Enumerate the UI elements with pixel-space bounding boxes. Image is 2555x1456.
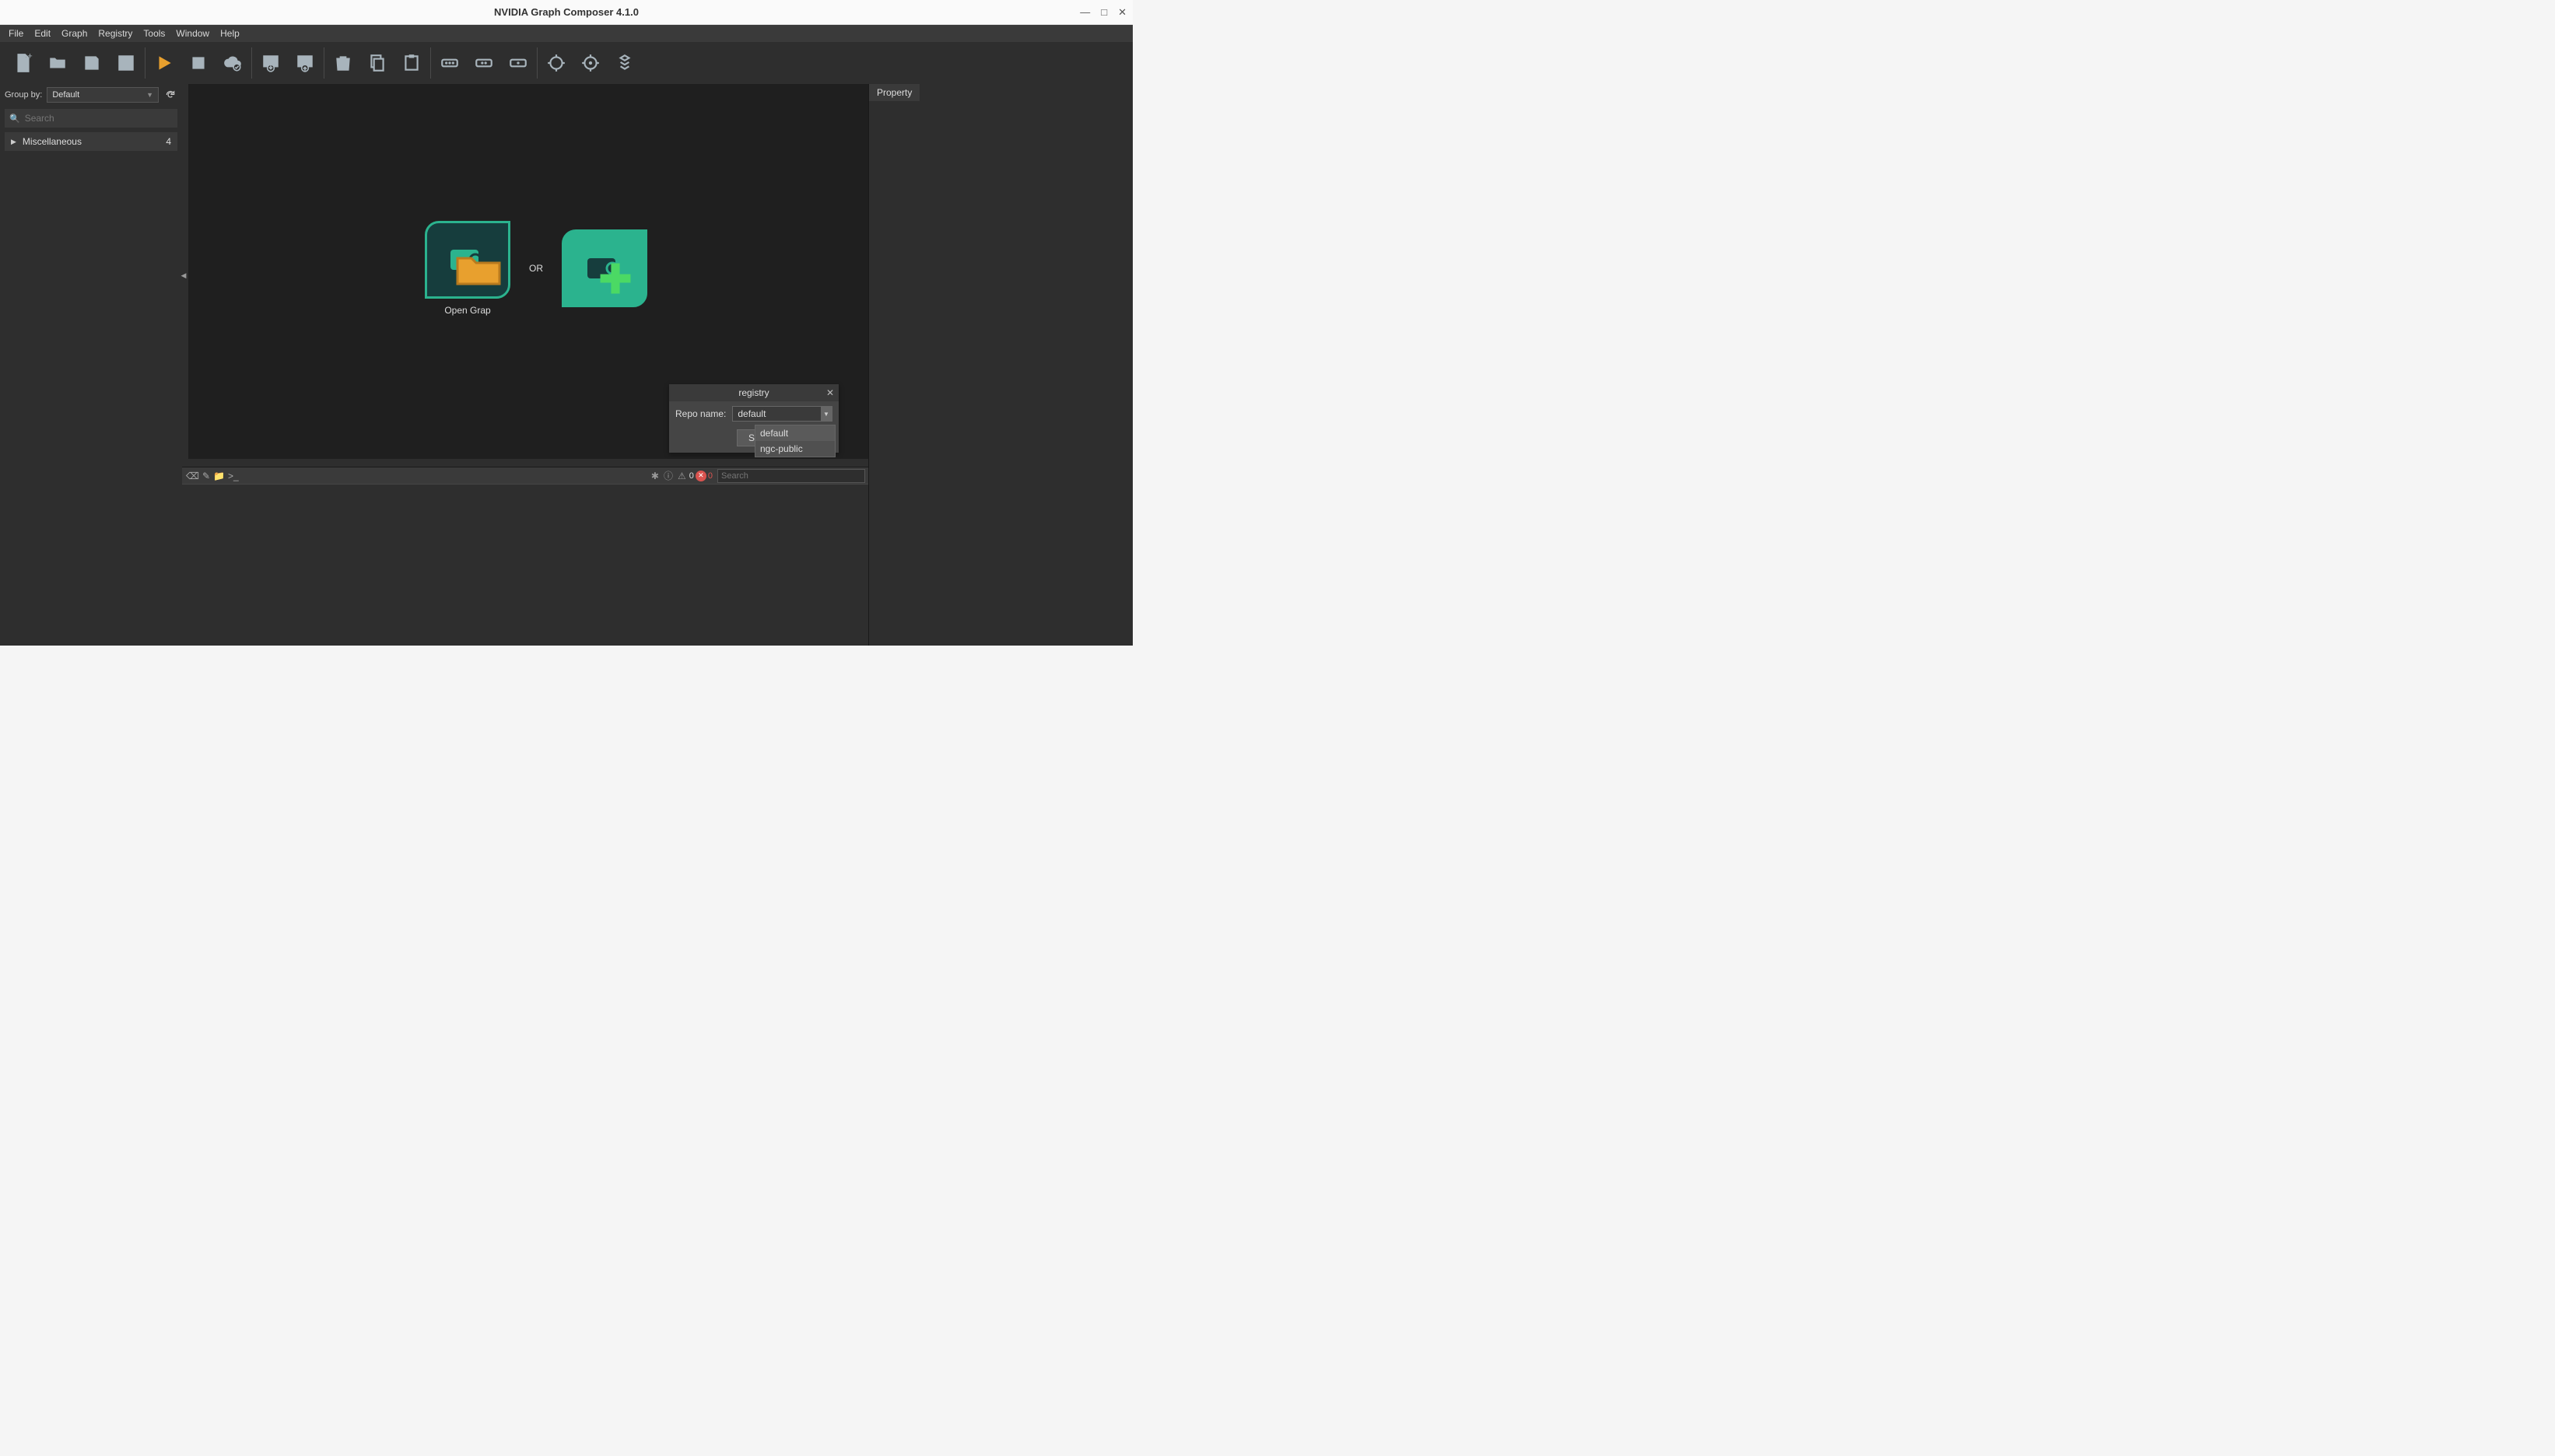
tree-item-count: 4 <box>166 136 171 147</box>
console-edit-icon[interactable]: ✎ <box>202 471 211 481</box>
window-maximize-icon[interactable]: □ <box>1101 7 1107 17</box>
console-output[interactable] <box>182 484 868 646</box>
menu-tools[interactable]: Tools <box>138 26 170 41</box>
group-by-value: Default <box>52 90 79 100</box>
svg-text:+: + <box>27 53 32 61</box>
menu-graph[interactable]: Graph <box>56 26 93 41</box>
chevron-right-icon: ▶ <box>11 138 16 146</box>
center-column: ◀ Open Grap OR <box>182 84 868 646</box>
toolbar-separator <box>430 47 431 79</box>
more-2dots-icon[interactable] <box>467 47 501 79</box>
refresh-icon[interactable] <box>163 88 177 102</box>
window-minimize-icon[interactable]: — <box>1080 7 1090 17</box>
window-titlebar: NVIDIA Graph Composer 4.1.0 — □ ✕ <box>0 0 1133 25</box>
repo-name-dropdown: default ngc-public <box>755 425 836 457</box>
upload-box-icon[interactable] <box>288 47 322 79</box>
console-warning-icon[interactable]: ⚠ <box>676 471 688 481</box>
dialog-close-icon[interactable]: ✕ <box>826 387 834 398</box>
chevron-down-icon: ▼ <box>146 91 153 99</box>
target-icon[interactable] <box>539 47 573 79</box>
repo-name-select[interactable]: default ▼ <box>732 406 832 422</box>
repo-option-ngc-public[interactable]: ngc-public <box>755 441 835 457</box>
window-title: NVIDIA Graph Composer 4.1.0 <box>494 6 639 18</box>
menu-window[interactable]: Window <box>170 26 215 41</box>
target-dot-icon[interactable] <box>573 47 608 79</box>
console-toolbar: ⌫ ✎ 📁 >_ ✱ ⓘ ⚠ 0 ✕ 0 <box>182 467 868 484</box>
console-clear-icon[interactable]: ⌫ <box>185 471 200 481</box>
dialog-title: registry <box>738 387 769 398</box>
play-icon[interactable] <box>147 47 181 79</box>
plus-icon <box>592 259 639 300</box>
console-warning-count: 0 <box>689 471 694 481</box>
new-file-icon[interactable]: + <box>6 47 40 79</box>
property-tab[interactable]: Property <box>869 84 920 101</box>
window-close-icon[interactable]: ✕ <box>1118 7 1127 17</box>
menu-registry[interactable]: Registry <box>93 26 138 41</box>
console-info-icon[interactable]: ⓘ <box>662 469 675 482</box>
toolbar-separator <box>251 47 252 79</box>
console-search-input[interactable] <box>721 471 861 481</box>
open-graph-label: Open Grap <box>425 305 510 316</box>
component-search[interactable]: 🔍 <box>5 109 177 128</box>
component-panel: Group by: Default ▼ 🔍 ▶ Miscellaneous 4 <box>0 84 182 646</box>
console-search[interactable] <box>717 469 865 483</box>
console-error-icon[interactable]: ✕ <box>696 471 706 481</box>
chevron-down-icon: ▼ <box>821 407 832 421</box>
menu-bar: File Edit Graph Registry Tools Window He… <box>0 25 1133 42</box>
group-by-label: Group by: <box>5 90 42 100</box>
menu-help[interactable]: Help <box>215 26 245 41</box>
console-prompt-icon[interactable]: >_ <box>227 471 240 481</box>
cube-stack-icon[interactable] <box>608 47 642 79</box>
repo-option-default[interactable]: default <box>755 425 835 441</box>
tree-item-miscellaneous[interactable]: ▶ Miscellaneous 4 <box>5 132 177 151</box>
stop-icon[interactable] <box>181 47 216 79</box>
console-folder-icon[interactable]: 📁 <box>212 471 226 481</box>
toolbar: + <box>0 42 1133 84</box>
repo-name-value: default <box>738 408 766 419</box>
trash-icon[interactable] <box>326 47 360 79</box>
open-graph-tile[interactable] <box>425 221 510 299</box>
welcome-tiles: Open Grap OR <box>425 221 647 316</box>
menu-file[interactable]: File <box>3 26 29 41</box>
copy-icon[interactable] <box>360 47 394 79</box>
toolbar-separator <box>537 47 538 79</box>
console-error-count: 0 <box>708 471 713 481</box>
component-search-input[interactable] <box>25 113 173 124</box>
save-disk-icon[interactable] <box>75 47 109 79</box>
repo-name-label: Repo name: <box>675 408 726 419</box>
group-by-select[interactable]: Default ▼ <box>47 87 159 103</box>
download-box-icon[interactable] <box>254 47 288 79</box>
open-folder-icon[interactable] <box>40 47 75 79</box>
panel-collapse-handle[interactable]: ◀ <box>180 260 187 291</box>
dialog-titlebar[interactable]: registry ✕ <box>669 384 839 401</box>
more-1dot-icon[interactable] <box>501 47 535 79</box>
tree-item-label: Miscellaneous <box>23 136 159 147</box>
more-3dots-icon[interactable] <box>433 47 467 79</box>
menu-edit[interactable]: Edit <box>29 26 56 41</box>
paste-icon[interactable] <box>394 47 429 79</box>
cloud-check-icon[interactable] <box>216 47 250 79</box>
close-file-icon[interactable] <box>109 47 143 79</box>
new-graph-tile[interactable] <box>562 229 647 307</box>
console-snow-icon[interactable]: ✱ <box>650 471 661 481</box>
graph-canvas[interactable]: Open Grap OR registry ✕ <box>188 84 868 459</box>
search-icon: 🔍 <box>9 114 20 124</box>
canvas-area: ◀ Open Grap OR <box>182 84 868 467</box>
folder-icon <box>455 250 502 292</box>
property-panel: Property <box>868 84 1133 646</box>
welcome-or: OR <box>529 263 543 274</box>
